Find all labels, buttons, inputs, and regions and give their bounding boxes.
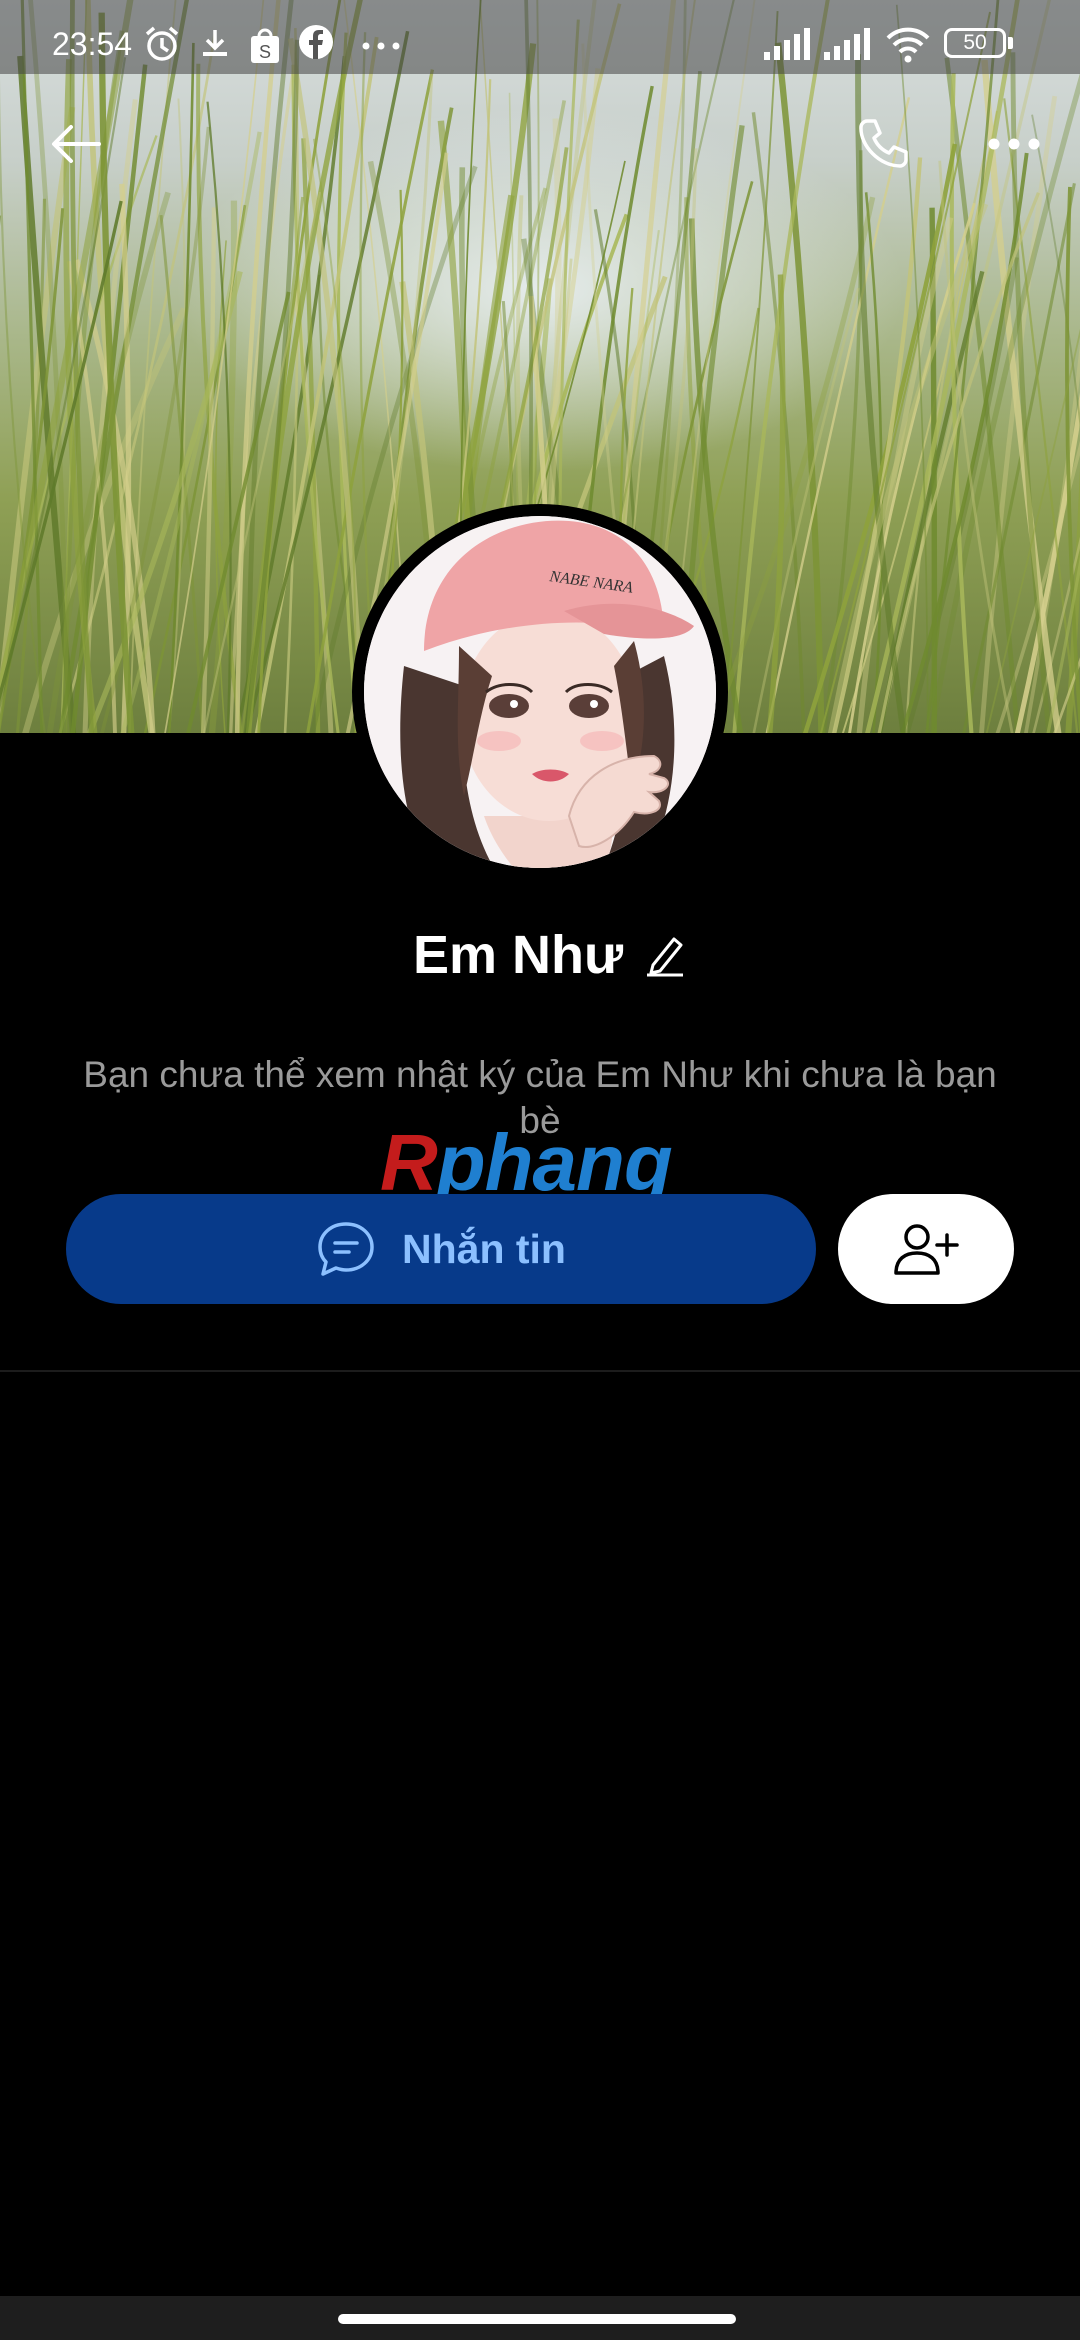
avatar-image: NABE NARA [364, 516, 716, 868]
add-friend-icon [894, 1224, 959, 1275]
more-dots-icon [362, 42, 400, 50]
battery-level: 50 [963, 31, 987, 54]
more-options-button[interactable] [978, 108, 1050, 180]
svg-text:S: S [259, 42, 271, 62]
wifi-icon [886, 27, 930, 63]
status-time: 23:54 [52, 26, 133, 62]
add-friend-button[interactable] [838, 1194, 1014, 1304]
facebook-icon [299, 25, 333, 59]
profile-name: Em Như [412, 925, 624, 985]
call-button[interactable] [846, 108, 918, 180]
back-button[interactable] [40, 108, 112, 180]
back-arrow-icon [52, 125, 101, 163]
chat-bubble-icon [318, 1222, 374, 1276]
signal-icon [764, 28, 810, 60]
download-icon [203, 30, 227, 56]
grass-blade [751, 112, 806, 733]
message-button-label: Nhắn tin [402, 1225, 566, 1272]
message-button[interactable]: Nhắn tin [66, 1194, 816, 1304]
phone-icon [859, 119, 908, 168]
avatar[interactable]: NABE NARA [364, 516, 716, 868]
battery-tip [1008, 37, 1013, 49]
home-indicator[interactable] [338, 2314, 736, 2324]
pencil-icon[interactable] [645, 933, 685, 977]
profile-name-row: Em Như [0, 920, 1080, 990]
status-bar: 23:54 S 50 [0, 0, 1080, 74]
more-options-icon [988, 138, 1040, 150]
shopping-bag-icon: S [251, 28, 279, 63]
alarm-icon [145, 26, 179, 61]
section-divider [0, 1370, 1080, 1372]
battery-icon: 50 [944, 28, 1006, 58]
signal-icon [824, 28, 870, 60]
